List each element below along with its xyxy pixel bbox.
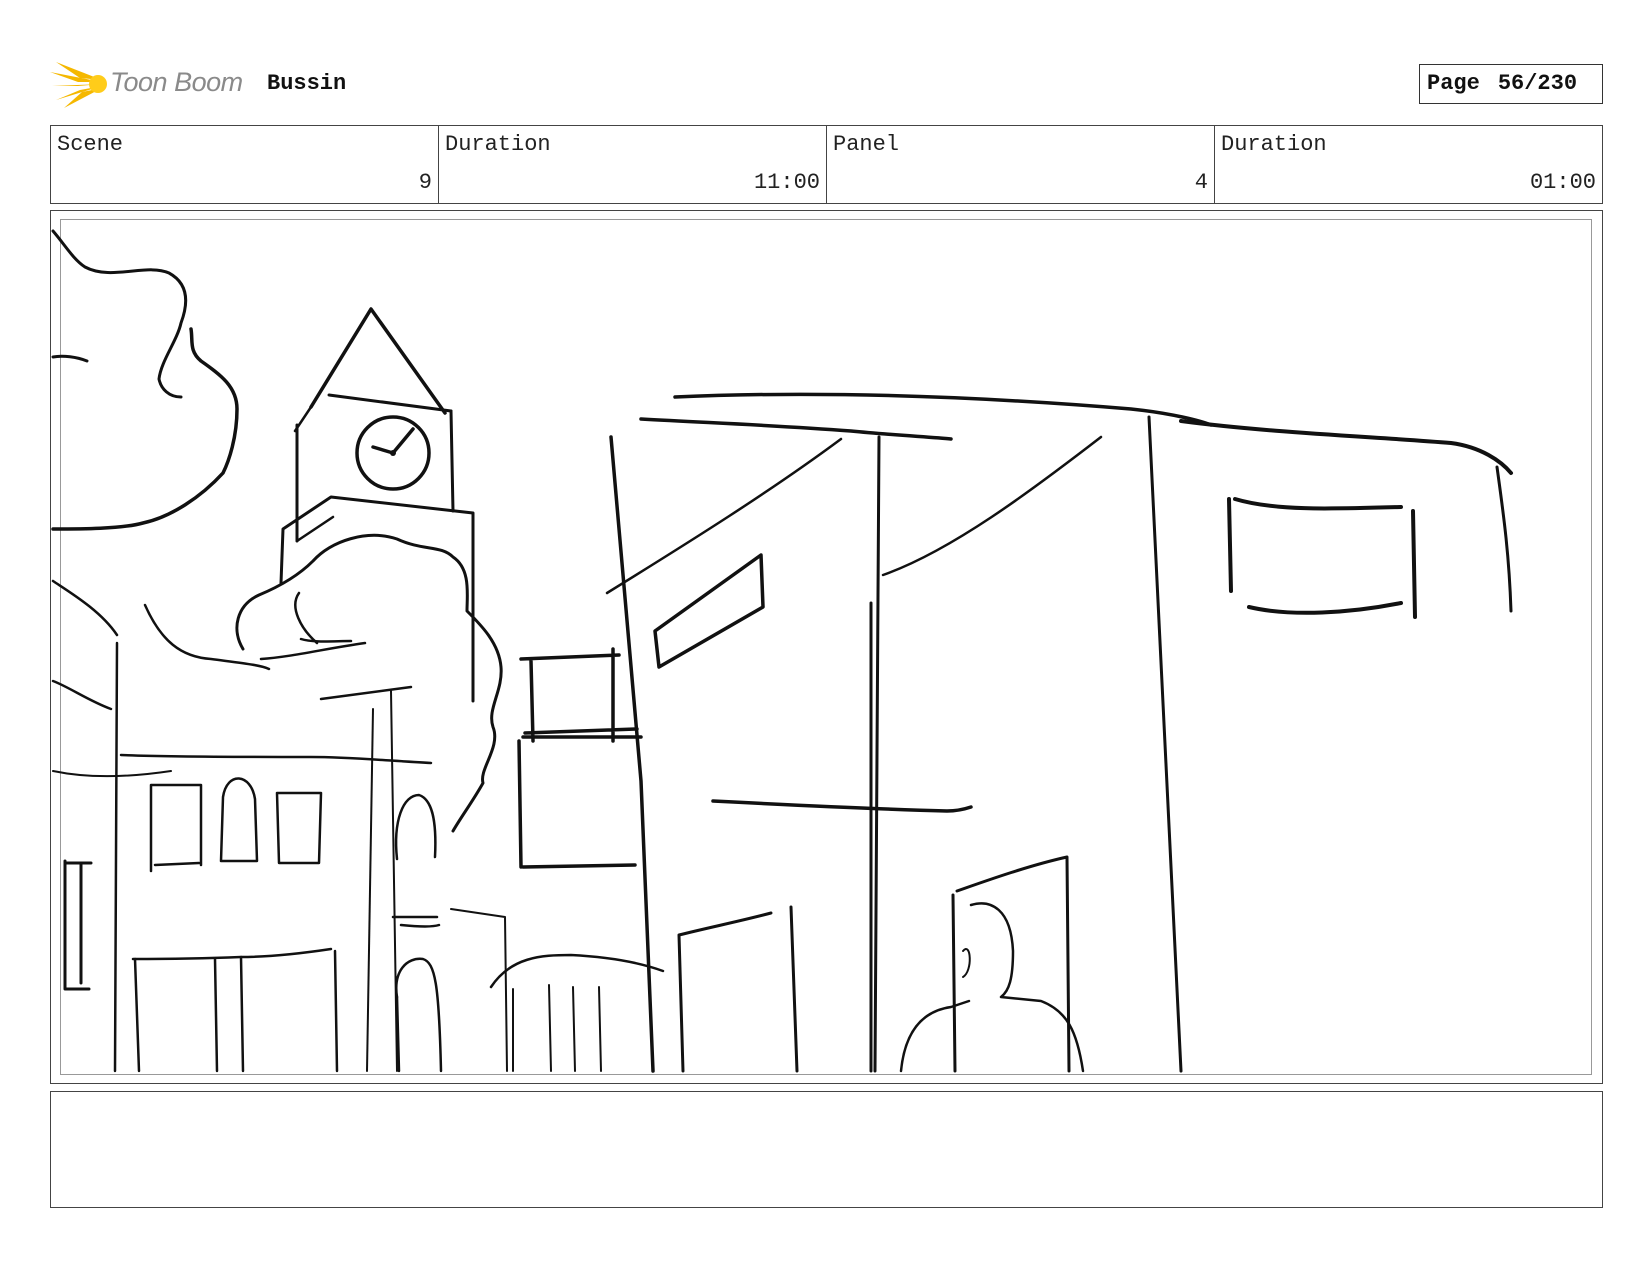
toon-boom-logo: Toon Boom	[50, 56, 245, 112]
scene-duration-value: 11:00	[753, 170, 820, 195]
scene-cell: Scene 9	[51, 126, 439, 203]
scene-duration-cell: Duration 11:00	[439, 126, 827, 203]
panel-value: 4	[1194, 170, 1208, 195]
panel-cell: Panel 4	[827, 126, 1215, 203]
page-number: 56/230	[1497, 71, 1578, 96]
scene-value: 9	[418, 170, 432, 195]
logo-text: Toon Boom	[110, 67, 243, 97]
scene-duration-label: Duration	[445, 132, 551, 157]
panel-duration-cell: Duration 01:00	[1215, 126, 1602, 203]
panel-duration-value: 01:00	[1529, 170, 1596, 195]
project-title: Bussin	[267, 71, 347, 96]
page-label: Page	[1427, 71, 1480, 96]
page-indicator: Page 56/230	[1419, 64, 1603, 104]
scene-label: Scene	[57, 132, 124, 157]
storyboard-panel	[50, 210, 1603, 1084]
panel-label: Panel	[833, 132, 900, 157]
storyboard-header: Toon Boom Bussin Page 56/230	[50, 56, 1603, 112]
panel-sketch	[51, 229, 1513, 1073]
starburst-icon	[50, 62, 107, 108]
caption-box	[50, 1091, 1603, 1208]
scene-info-table: Scene 9 Duration 11:00 Panel 4 Duration …	[50, 125, 1603, 204]
panel-duration-label: Duration	[1221, 132, 1327, 157]
